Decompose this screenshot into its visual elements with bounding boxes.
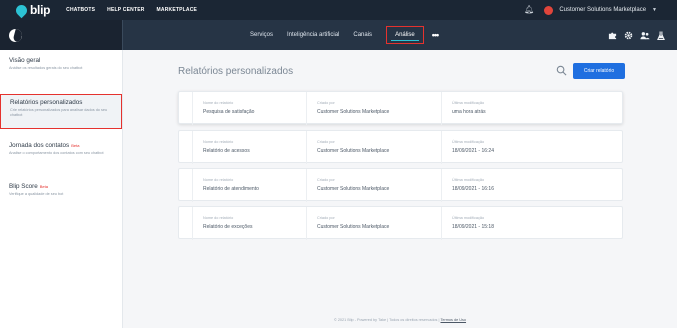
bot-tabs: Serviços Inteligência artificial Canais …	[250, 20, 440, 50]
report-modified-col: Última modificação 18/09/2021 - 15:18	[441, 207, 494, 240]
bot-avatar	[9, 28, 22, 42]
report-name-col: Nome do relatório Pesquisa de satisfação	[192, 92, 254, 125]
report-creator: Customer Solutions Marketplace	[317, 148, 390, 154]
avatar[interactable]	[544, 5, 554, 15]
sidebar-item-title: Visão geral	[9, 57, 41, 64]
report-modified-col: Última modificação uma hora atrás	[441, 92, 486, 125]
report-creator: Customer Solutions Marketplace	[317, 224, 390, 230]
column-label: Criado por	[317, 140, 335, 144]
report-creator-col: Criado por Customer Solutions Marketplac…	[306, 207, 389, 240]
report-row[interactable]: Nome do relatório Relatório de acessos C…	[178, 130, 623, 164]
top-bar: blip CHATBOTS HELP CENTER MARKETPLACE 🔔︎…	[0, 0, 677, 20]
puzzle-icon[interactable]	[608, 31, 617, 40]
report-modified: uma hora atrás	[452, 109, 486, 115]
more-tabs-button[interactable]: •••	[432, 30, 440, 40]
report-name: Relatório de acessos	[203, 148, 250, 154]
report-modified-col: Última modificação 18/09/2021 - 16:24	[441, 131, 494, 164]
blip-logo[interactable]: blip	[13, 2, 51, 18]
tab-canais[interactable]: Canais	[353, 32, 372, 38]
sidebar: Visão geral Análise os resultados gerais…	[0, 50, 123, 328]
sidebar-item-title: Jornada dos contatos Beta	[9, 142, 122, 149]
column-label: Nome do relatório	[203, 178, 234, 182]
report-name: Relatório de exceções	[203, 224, 253, 230]
column-label: Criado por	[317, 178, 335, 182]
report-row[interactable]: Nome do relatório Pesquisa de satisfação…	[178, 91, 623, 125]
report-row[interactable]: Nome do relatório Relatório de exceções …	[178, 206, 623, 240]
nav-chatbots[interactable]: CHATBOTS	[66, 7, 95, 13]
report-creator: Customer Solutions Marketplace	[317, 109, 390, 115]
report-modified-col: Última modificação 18/09/2021 - 16:16	[441, 169, 494, 202]
column-label: Nome do relatório	[203, 101, 234, 105]
sidebar-item-title: Blip Score Beta	[9, 183, 122, 190]
account-area: 🔔︎ Customer Solutions Marketplace ▼	[524, 0, 657, 20]
footer-text: © 2021 Blip - Powered by Take | Todos os…	[333, 318, 440, 322]
bot-nav-bar: Serviços Inteligência artificial Canais …	[0, 20, 677, 50]
column-label: Nome do relatório	[203, 216, 234, 220]
tab-inteligencia-artificial[interactable]: Inteligência artificial	[287, 32, 339, 38]
column-label: Criado por	[317, 101, 335, 105]
column-label: Nome do relatório	[203, 140, 234, 144]
beta-badge: Beta	[39, 184, 48, 189]
search-icon[interactable]	[556, 65, 567, 76]
tab-servicos[interactable]: Serviços	[250, 32, 273, 38]
sidebar-item-title: Relatórios personalizados	[10, 99, 83, 106]
report-creator-col: Criado por Customer Solutions Marketplac…	[306, 169, 389, 202]
sidebar-item-title-text: Jornada dos contatos	[9, 142, 70, 149]
report-modified: 18/09/2021 - 16:24	[452, 148, 494, 154]
report-name: Relatório de atendimento	[203, 186, 259, 192]
sidebar-item-desc: Verifique a qualidade de seu bot	[9, 192, 64, 196]
create-report-button[interactable]: Criar relatório	[573, 63, 625, 79]
report-name-col: Nome do relatório Relatório de acessos	[192, 131, 250, 164]
top-nav: CHATBOTS HELP CENTER MARKETPLACE	[66, 7, 197, 13]
tab-analise[interactable]: Análise	[386, 26, 424, 44]
report-modified: 18/09/2021 - 15:18	[452, 224, 494, 230]
logo-text: blip	[30, 3, 51, 17]
report-name: Pesquisa de satisfação	[203, 109, 255, 115]
sidebar-item-desc: Análise os resultados gerais do seu chat…	[9, 66, 83, 70]
page-title: Relatórios personalizados	[178, 66, 294, 77]
chevron-down-icon[interactable]: ▼	[652, 7, 657, 13]
sidebar-item-jornada-dos-contatos[interactable]: Jornada dos contatos Beta Analise o compo…	[0, 142, 122, 182]
org-name[interactable]: Customer Solutions Marketplace	[559, 7, 646, 13]
bot-selector[interactable]	[0, 20, 123, 50]
beta-badge: Beta	[71, 143, 80, 148]
column-label: Criado por	[317, 216, 335, 220]
flask-icon[interactable]	[657, 30, 665, 40]
report-name-col: Nome do relatório Relatório de exceções	[192, 207, 252, 240]
report-modified: 18/09/2021 - 16:16	[452, 186, 494, 192]
report-creator: Customer Solutions Marketplace	[317, 186, 390, 192]
blip-logo-icon	[13, 2, 30, 18]
nav-marketplace[interactable]: MARKETPLACE	[157, 7, 198, 13]
sidebar-item-visao-geral[interactable]: Visão geral Análise os resultados gerais…	[0, 57, 122, 93]
column-label: Última modificação	[452, 216, 485, 220]
nav-help-center[interactable]: HELP CENTER	[107, 7, 144, 13]
sidebar-item-blip-score[interactable]: Blip Score Beta Verifique a qualidade de …	[0, 183, 122, 213]
column-label: Última modificação	[452, 101, 485, 105]
column-label: Última modificação	[452, 140, 485, 144]
sidebar-item-relatorios-personalizados[interactable]: Relatórios personalizados Crie relatório…	[0, 94, 122, 129]
report-name-col: Nome do relatório Relatório de atendimen…	[192, 169, 259, 202]
footer: © 2021 Blip - Powered by Take | Todos os…	[123, 318, 677, 322]
report-creator-col: Criado por Customer Solutions Marketplac…	[306, 92, 389, 125]
users-icon[interactable]	[640, 31, 650, 40]
gear-icon[interactable]	[624, 31, 633, 40]
sidebar-item-title-text: Blip Score	[9, 183, 38, 190]
bell-icon[interactable]: 🔔︎	[524, 6, 534, 14]
terms-link[interactable]: Termos de Uso	[440, 318, 466, 322]
report-row[interactable]: Nome do relatório Relatório de atendimen…	[178, 168, 623, 202]
column-label: Última modificação	[452, 178, 485, 182]
bot-tools	[608, 20, 665, 50]
sidebar-item-desc: Crie relatórios personalizados para anal…	[10, 108, 108, 118]
report-creator-col: Criado por Customer Solutions Marketplac…	[306, 131, 389, 164]
sidebar-item-desc: Analise o comportamento dos contatos com…	[9, 151, 104, 155]
